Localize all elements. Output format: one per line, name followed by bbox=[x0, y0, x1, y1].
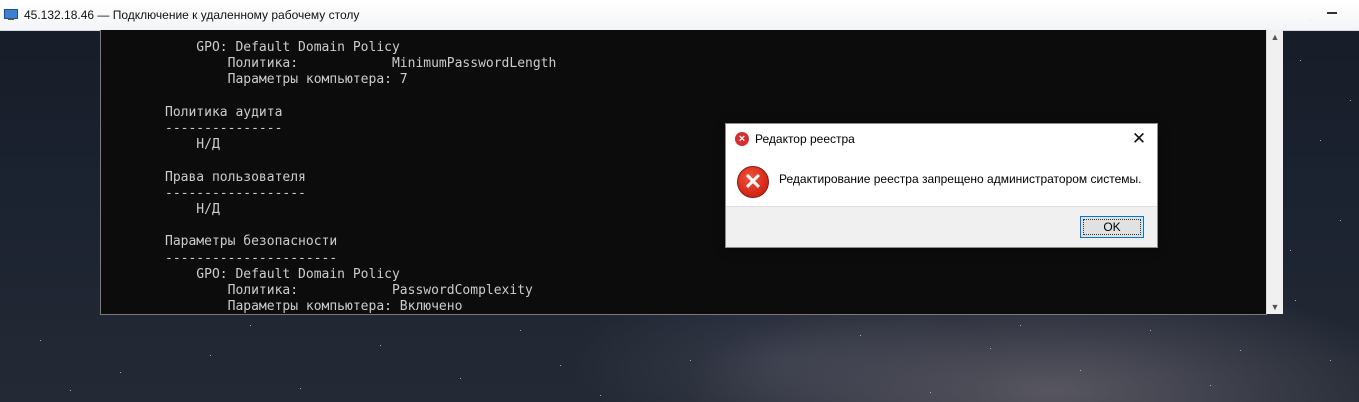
minimize-icon[interactable] bbox=[1321, 4, 1343, 18]
console-line: GPO: Default Domain Policy bbox=[165, 266, 400, 282]
background-star bbox=[1150, 330, 1151, 331]
remote-desktop-icon bbox=[4, 9, 18, 21]
background-star bbox=[460, 378, 461, 379]
scroll-up-arrow-icon[interactable]: ▲ bbox=[1267, 30, 1283, 44]
dialog-title-bar[interactable]: × Редактор реестра ✕ bbox=[726, 124, 1157, 154]
console-line: Н/Д bbox=[165, 137, 220, 153]
console-line: --------------- bbox=[165, 121, 283, 137]
background-star bbox=[600, 395, 601, 396]
background-star bbox=[1080, 370, 1081, 371]
ok-button[interactable]: OK bbox=[1080, 216, 1144, 238]
background-star bbox=[690, 360, 691, 361]
rdp-window-title: 45.132.18.46 — Подключение к удаленному … bbox=[24, 8, 360, 22]
background-star bbox=[40, 340, 41, 341]
dialog-footer: OK bbox=[726, 206, 1157, 247]
background-star bbox=[1020, 325, 1021, 326]
console-line: Параметры компьютера: Включено bbox=[165, 299, 463, 315]
console-line: GPO: Default Domain Policy bbox=[165, 40, 400, 55]
scroll-down-arrow-icon[interactable]: ▼ bbox=[1267, 300, 1283, 314]
error-icon: × bbox=[735, 132, 749, 146]
background-star bbox=[210, 355, 211, 356]
console-line: Параметры безопасности bbox=[165, 234, 338, 250]
background-star bbox=[1320, 140, 1321, 141]
background-star bbox=[300, 388, 301, 389]
background-star bbox=[250, 325, 251, 326]
console-line: ---------------------- bbox=[165, 250, 338, 266]
close-icon[interactable]: ✕ bbox=[1129, 129, 1149, 149]
background-star bbox=[1330, 360, 1331, 361]
console-line: Политика аудита bbox=[165, 104, 283, 120]
background-star bbox=[1310, 20, 1311, 21]
error-circle-icon: ✕ bbox=[737, 166, 769, 198]
background-star bbox=[1300, 60, 1301, 61]
console-line: Параметры компьютера: 7 bbox=[165, 72, 408, 88]
registry-editor-error-dialog: × Редактор реестра ✕ ✕ Редактирование ре… bbox=[725, 123, 1158, 248]
console-line: Н/Д bbox=[165, 202, 220, 218]
dialog-title: Редактор реестра bbox=[755, 132, 855, 146]
background-star bbox=[990, 348, 991, 349]
background-star bbox=[1290, 250, 1291, 251]
background-star bbox=[1210, 385, 1211, 386]
background-star bbox=[930, 392, 931, 393]
console-line: Политика: PasswordComplexity bbox=[165, 283, 533, 299]
background-star bbox=[120, 372, 121, 373]
background-star bbox=[380, 345, 381, 346]
console-line: ------------------ bbox=[165, 185, 306, 201]
console-scrollbar[interactable]: ▲ ▼ bbox=[1266, 30, 1283, 314]
background-star bbox=[1295, 300, 1296, 301]
background-star bbox=[860, 335, 861, 336]
background-star bbox=[1240, 350, 1241, 351]
dialog-message: Редактирование реестра запрещено админис… bbox=[779, 172, 1142, 186]
background-star bbox=[1350, 100, 1351, 101]
background-star bbox=[560, 365, 561, 366]
console-line: Политика: MinimumPasswordLength bbox=[165, 56, 557, 72]
background-star bbox=[1340, 220, 1341, 221]
background-star bbox=[70, 390, 71, 391]
rdp-title-bar[interactable]: 45.132.18.46 — Подключение к удаленному … bbox=[0, 0, 1359, 31]
console-line: Права пользователя bbox=[165, 169, 306, 185]
background-star bbox=[520, 330, 521, 331]
